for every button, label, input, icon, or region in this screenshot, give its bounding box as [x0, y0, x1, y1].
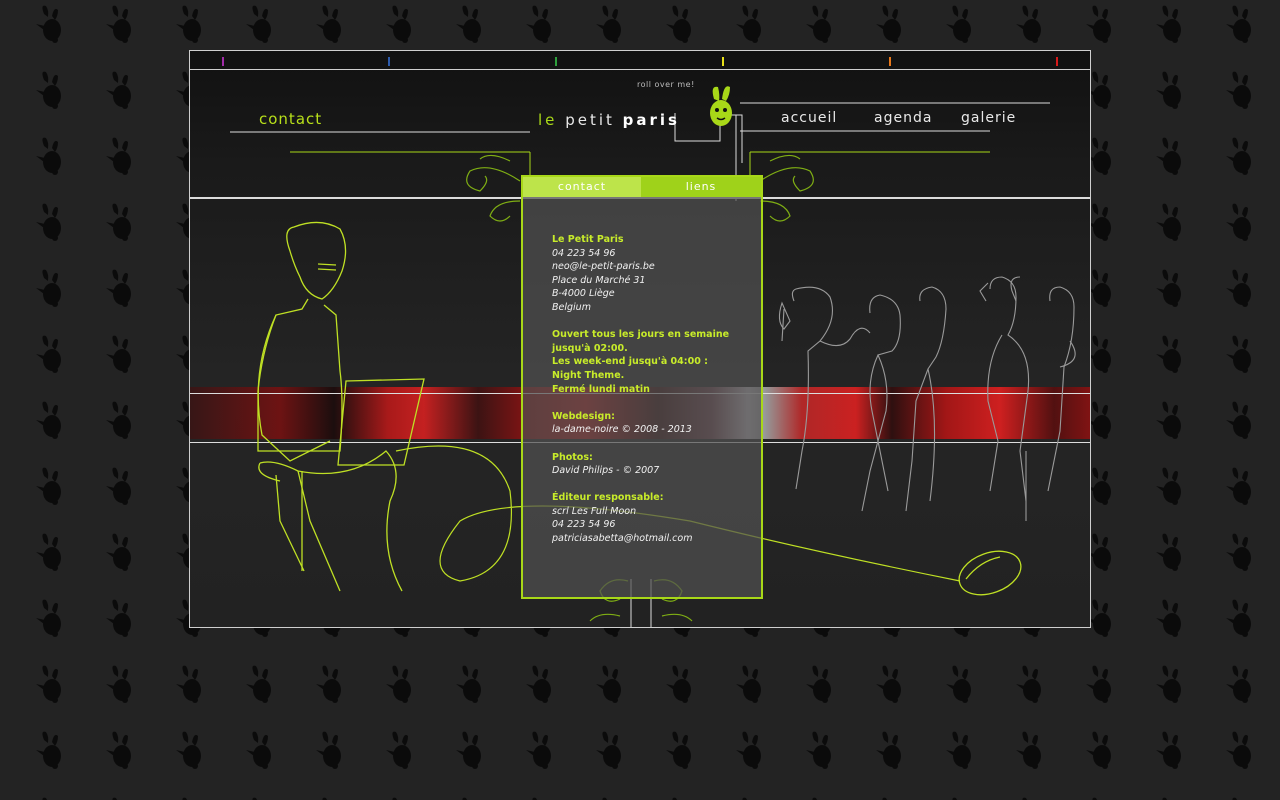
country: Belgium [552, 301, 591, 313]
venue-name: Le Petit Paris [552, 234, 624, 245]
contact-panel: contact liens Le Petit Paris 04 223 54 9… [521, 175, 763, 599]
panel-tabs: contact liens [523, 177, 761, 197]
contact-info: Le Petit Paris 04 223 54 96 neo@le-petit… [552, 233, 752, 546]
hours-line-1: Ouvert tous les jours en semaine [552, 329, 730, 341]
editor-label: Éditeur responsable: [552, 492, 664, 504]
nav-agenda[interactable]: agenda [874, 110, 932, 126]
hours-line-3: Les week-end jusqu'à 04:00 : [552, 356, 708, 368]
site-frame: contact roll over me! le petit paris acc… [189, 50, 1091, 628]
editor-phone: 04 223 54 96 [552, 519, 616, 531]
rollover-hint: roll over me! [637, 80, 695, 89]
computer-mouse-icon [958, 550, 1022, 596]
tab-liens[interactable]: liens [641, 177, 761, 197]
editor-org: scrl Les Full Moon [552, 505, 637, 517]
logo-le: le [538, 111, 558, 129]
page-title: contact [259, 110, 323, 128]
webdesign-credit[interactable]: la-dame-noire © 2008 - 2013 [552, 423, 752, 437]
site-logo[interactable]: le petit paris [538, 111, 680, 129]
girl-laptop-illustration [257, 221, 425, 592]
bunny-mascot-icon[interactable] [700, 81, 740, 131]
party-people-illustration [778, 276, 1076, 521]
nav-galerie[interactable]: galerie [961, 110, 1016, 126]
city: B-4000 Liège [552, 288, 615, 300]
photos-label: Photos: [552, 451, 593, 463]
hours-line-4: Night Theme. [552, 369, 625, 381]
email-link[interactable]: neo@le-petit-paris.be [552, 260, 752, 274]
hours-line-2: jusqu'à 02:00. [552, 342, 628, 354]
webdesign-label: Webdesign: [552, 410, 615, 422]
nav-accueil[interactable]: accueil [781, 110, 837, 126]
editor-email-link[interactable]: patriciasabetta@hotmail.com [552, 532, 752, 546]
logo-petit: petit [565, 111, 615, 129]
tab-contact[interactable]: contact [523, 177, 641, 197]
street: Place du Marché 31 [552, 274, 646, 286]
photos-credit: David Philips - © 2007 [552, 465, 660, 477]
logo-paris: paris [622, 111, 680, 129]
hours-line-5: Fermé lundi matin [552, 383, 650, 395]
phone: 04 223 54 96 [552, 247, 616, 259]
